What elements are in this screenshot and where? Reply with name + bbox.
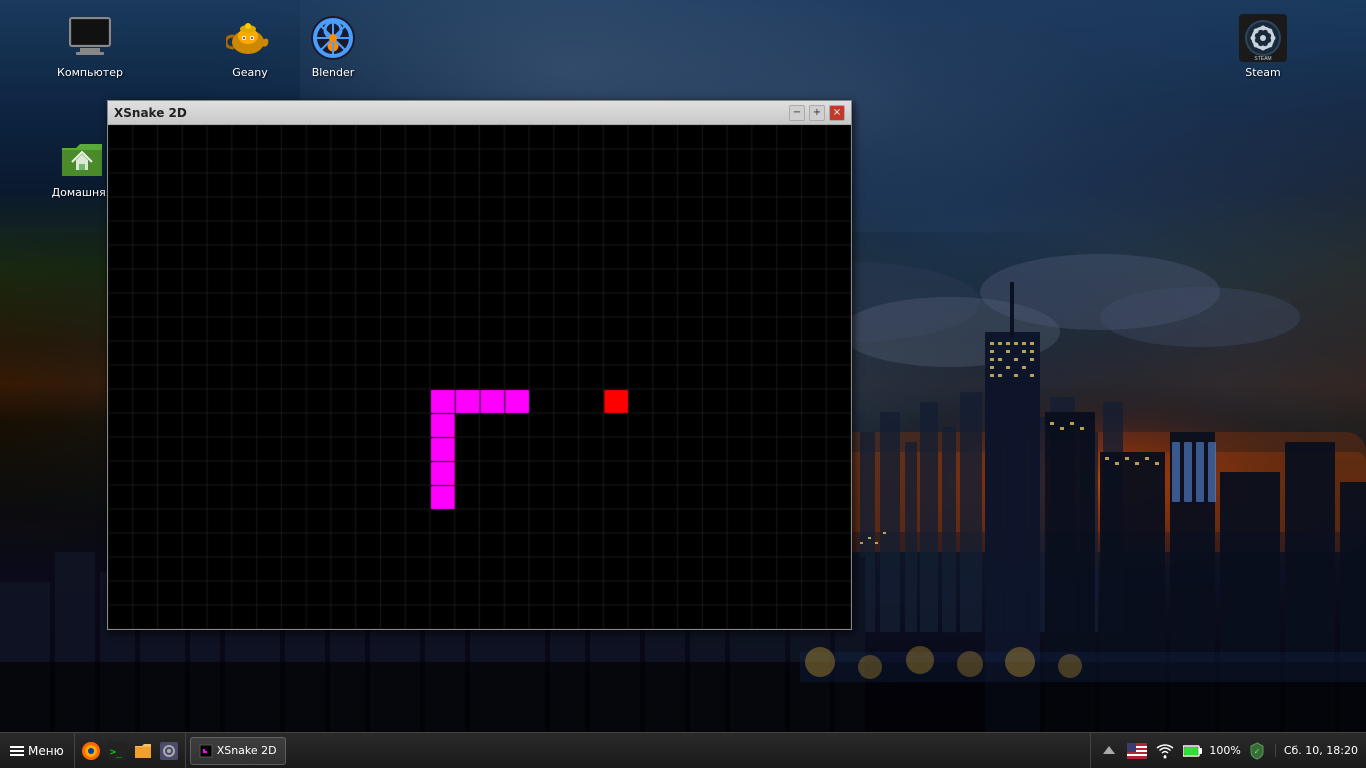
systray-network-button[interactable] — [1125, 739, 1149, 763]
desktop-icon-computer[interactable]: Компьютер — [50, 10, 130, 83]
shield-icon: ✓ — [1249, 742, 1265, 760]
xsnake-titlebar: XSnake 2D − + × — [108, 101, 851, 125]
wifi-icon — [1156, 742, 1174, 760]
battery-percent: 100% — [1209, 744, 1240, 757]
systray-show-hidden-button[interactable] — [1097, 739, 1121, 763]
systray-security-button[interactable]: ✓ — [1245, 739, 1269, 763]
game-canvas — [108, 125, 851, 629]
battery-icon — [1183, 744, 1203, 758]
svg-text:✓: ✓ — [1253, 747, 1260, 756]
computer-icon-label: Компьютер — [54, 66, 126, 79]
xsnake-game-area — [108, 125, 851, 629]
taskbar-filemanager-button[interactable] — [131, 739, 155, 763]
blender-icon-label: Blender — [297, 66, 369, 79]
arrow-up-icon — [1102, 744, 1116, 758]
systray-battery-button[interactable] — [1181, 739, 1205, 763]
svg-text:STEAM: STEAM — [1254, 56, 1271, 62]
xsnake-taskbar-label: XSnake 2D — [217, 744, 277, 757]
blender-icon — [309, 14, 357, 62]
taskbar-xsnake-button[interactable]: XSnake 2D — [190, 737, 286, 765]
home-folder-icon — [58, 134, 106, 182]
steam-icon-label: Steam — [1227, 66, 1299, 79]
geany-icon — [226, 14, 274, 62]
taskbar-menu-button[interactable]: Меню — [0, 733, 75, 768]
xsnake-window: XSnake 2D − + × — [107, 100, 852, 630]
xsnake-window-controls: − + × — [789, 105, 845, 121]
desktop-icon-blender[interactable]: Blender — [293, 10, 373, 83]
desktop-icon-steam[interactable]: STEAM Steam — [1223, 10, 1303, 83]
window-minimize-button[interactable]: − — [789, 105, 805, 121]
taskbar: Меню >_ — [0, 732, 1366, 768]
taskbar-terminal-button[interactable]: >_ — [105, 739, 129, 763]
taskbar-settings-button[interactable] — [157, 739, 181, 763]
taskbar-firefox-button[interactable] — [79, 739, 103, 763]
network-icon — [1127, 743, 1147, 759]
menu-icon — [10, 744, 24, 758]
taskbar-quick-launch: >_ — [75, 733, 186, 768]
window-close-button[interactable]: × — [829, 105, 845, 121]
desktop: Компьютер Geany — [0, 0, 1366, 768]
menu-label: Меню — [28, 744, 64, 758]
window-maximize-button[interactable]: + — [809, 105, 825, 121]
geany-icon-label: Geany — [214, 66, 286, 79]
systray-wifi-button[interactable] — [1153, 739, 1177, 763]
computer-icon — [66, 14, 114, 62]
xsnake-title: XSnake 2D — [114, 106, 187, 120]
clock-display: Сб. 10, 18:20 — [1284, 744, 1358, 757]
taskbar-systray: 100% ✓ — [1090, 733, 1274, 768]
svg-text:>_: >_ — [110, 747, 123, 758]
taskbar-clock[interactable]: Сб. 10, 18:20 — [1275, 744, 1366, 757]
desktop-icon-geany[interactable]: Geany — [210, 10, 290, 83]
steam-icon: STEAM — [1239, 14, 1287, 62]
taskbar-apps: XSnake 2D — [186, 733, 1091, 768]
xsnake-taskbar-icon — [199, 744, 213, 758]
